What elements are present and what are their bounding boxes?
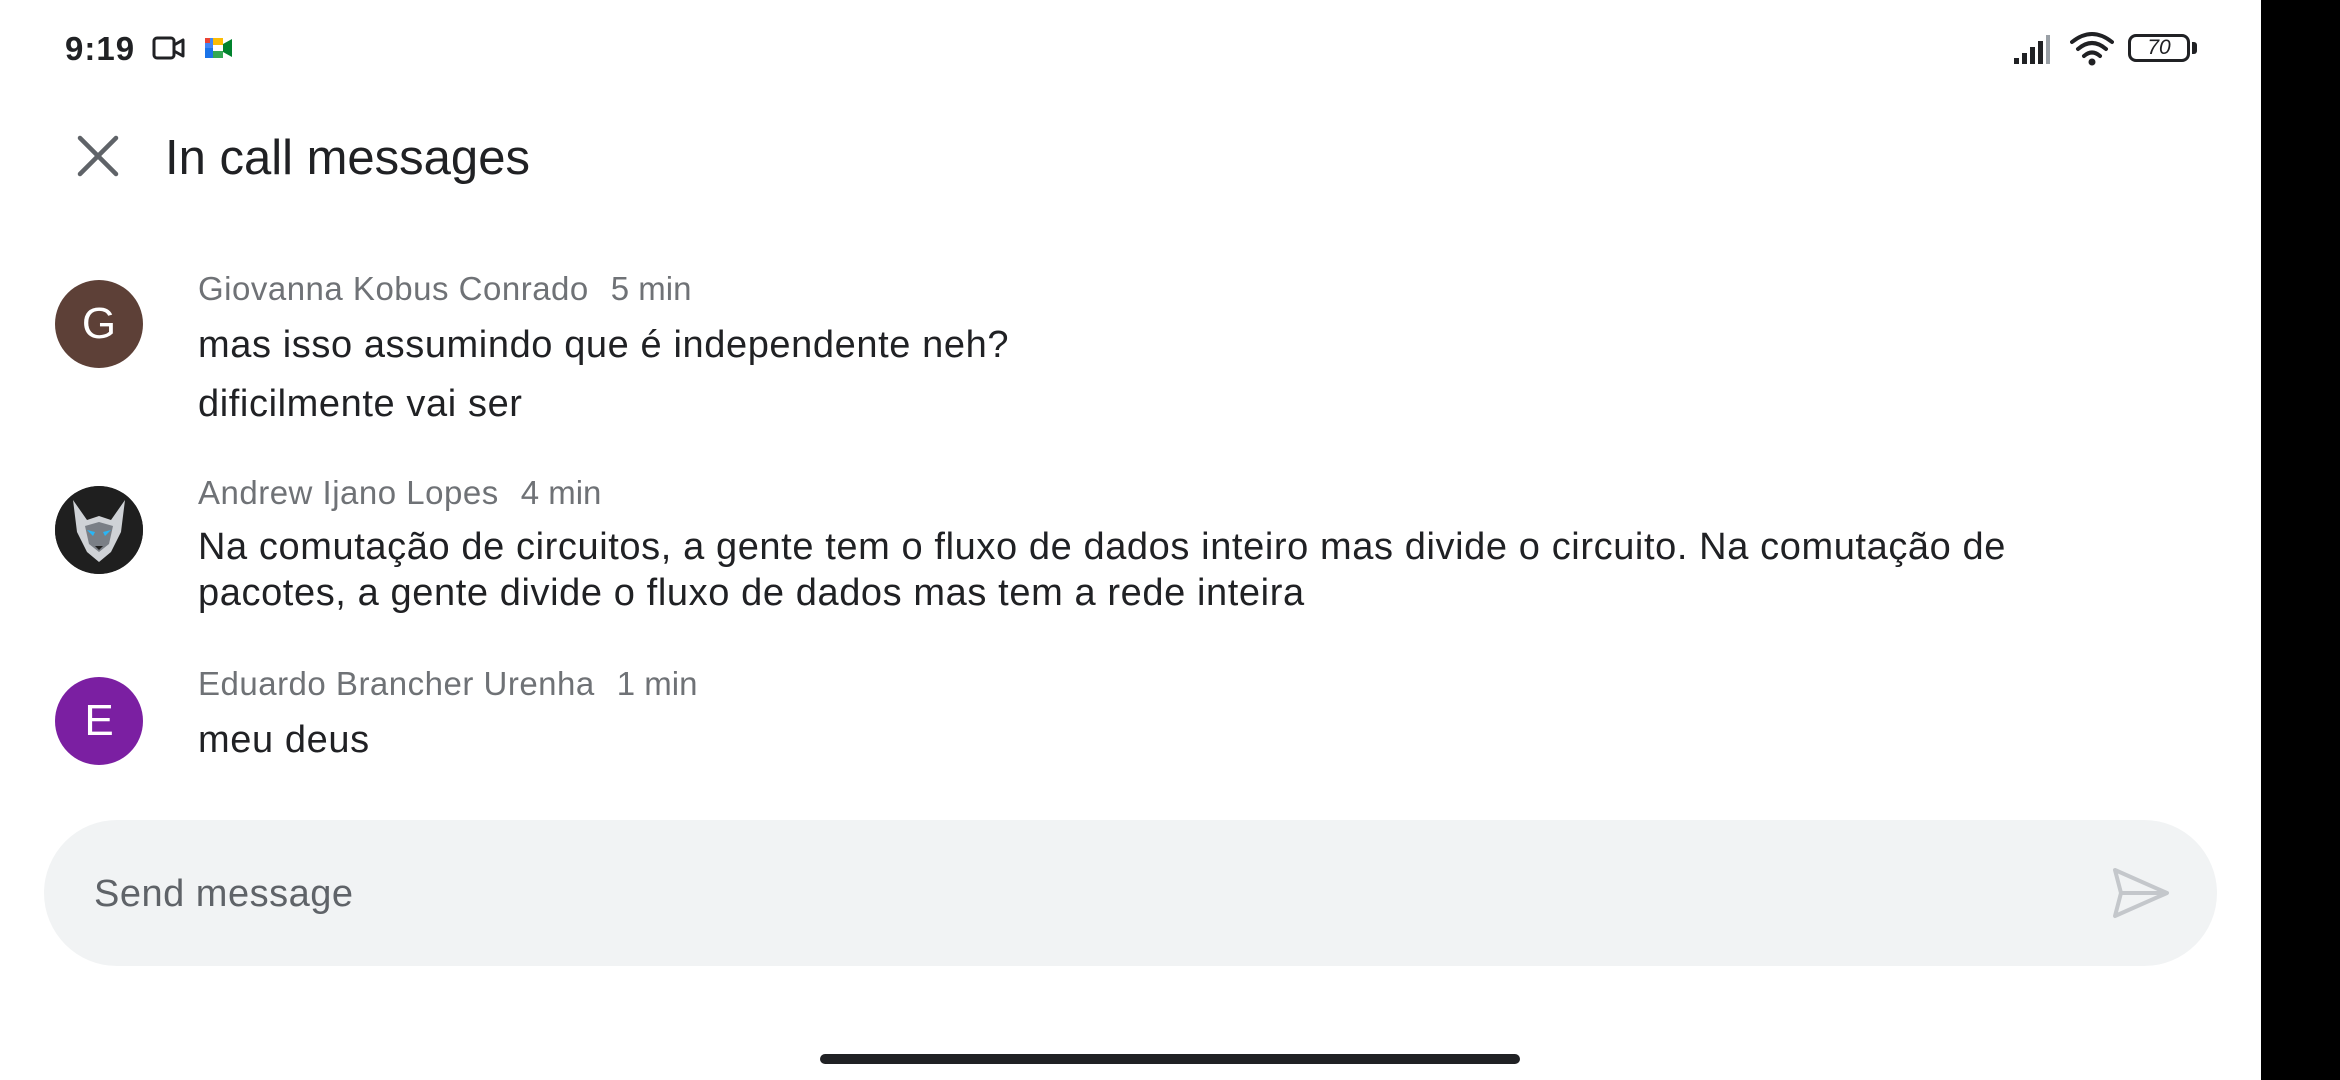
battery-icon: 70 (2128, 34, 2190, 62)
message-composer (44, 820, 2217, 966)
message-header: Giovanna Kobus Conrado 5 min (198, 270, 691, 308)
message-header: Eduardo Brancher Urenha 1 min (198, 665, 697, 703)
message-text: dificilmente vai ser (198, 383, 523, 425)
message-text: mas isso assumindo que é independente ne… (198, 324, 1010, 366)
send-icon (2113, 868, 2169, 918)
message-header: Andrew Ijano Lopes 4 min (198, 474, 601, 512)
battery-tip (2192, 42, 2197, 54)
status-bar: 9:19 70 (0, 0, 2261, 100)
close-icon (77, 135, 119, 177)
in-call-messages-screen: 9:19 70 In call messages G Giovanna Kobu… (0, 0, 2261, 1080)
close-button[interactable] (70, 128, 126, 184)
sender-name: Eduardo Brancher Urenha (198, 665, 595, 702)
status-time: 9:19 (65, 30, 136, 67)
signal-icon (2012, 32, 2052, 71)
avatar: E (55, 677, 143, 765)
sender-name: Giovanna Kobus Conrado (198, 270, 589, 307)
message-time: 4 min (520, 474, 602, 511)
message-text: Na comutação de circuitos, a gente tem o… (198, 526, 2007, 614)
google-meet-icon (204, 35, 234, 66)
wifi-icon (2070, 30, 2114, 71)
avatar: G (55, 280, 143, 368)
home-indicator[interactable] (820, 1054, 1520, 1064)
send-message-input[interactable] (92, 860, 1996, 928)
send-button[interactable] (2109, 864, 2173, 922)
sender-name: Andrew Ijano Lopes (198, 474, 499, 511)
message-text: meu deus (198, 719, 370, 761)
wolf-avatar-icon (55, 486, 143, 574)
video-camera-outline-icon (152, 34, 186, 67)
message-time: 1 min (616, 665, 698, 702)
page-title: In call messages (165, 131, 530, 185)
message-time: 5 min (610, 270, 692, 307)
